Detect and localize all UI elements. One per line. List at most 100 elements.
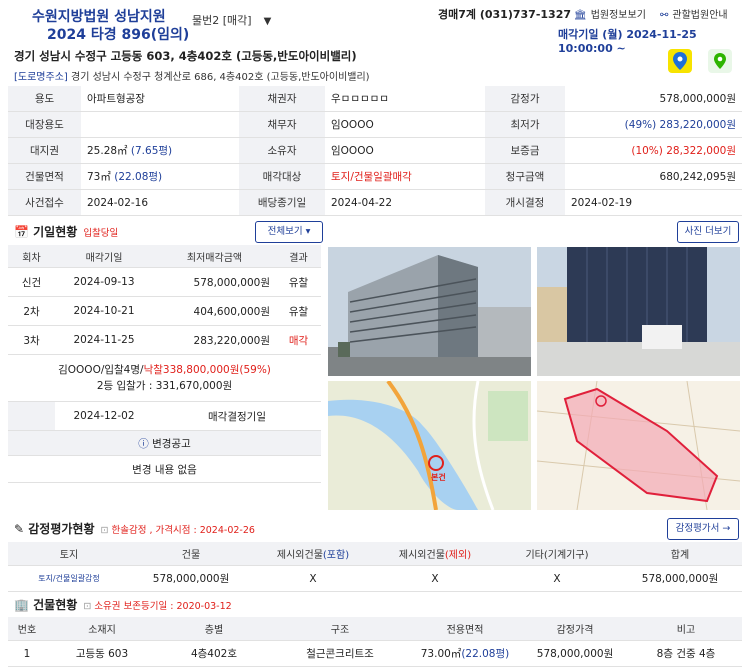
property-address: 경기 성남시 수정구 고등동 603, 4층402호 (고등동,반도아이비밸리)	[14, 49, 357, 63]
info-value: 아파트형공장	[81, 86, 239, 112]
land-area-pyeong: (7.65평)	[130, 145, 173, 157]
building-subtitle: ⊡ 소유권 보존등기일 : 2020-03-12	[83, 601, 231, 612]
info-value: (10%) 28,322,000원	[565, 137, 742, 164]
history-subtitle: 입찰당일	[83, 228, 119, 239]
building-note: 8층 건중 4층	[630, 640, 742, 667]
map-marker-label: 본건	[431, 473, 446, 482]
building-area: 73㎡	[87, 171, 111, 183]
appraisal-header: 토지	[8, 542, 130, 566]
appraisal-row: 토지/건물일괄감정 578,000,000원 X X X 578,000,000…	[8, 565, 742, 592]
dept-contact: 경매7계 (031)737-1327	[438, 8, 572, 21]
history-header-row: 회차 매각기일 최저매각금액 결과	[8, 245, 321, 268]
cadastral-map[interactable]	[537, 381, 740, 510]
info-label: 개시결정	[485, 189, 565, 216]
building-photo-2-image	[537, 247, 740, 376]
info-value: 578,000,000원	[565, 86, 742, 112]
building-no: 1	[8, 640, 46, 667]
decision-date: 2024-12-02	[55, 401, 153, 431]
court-info-link[interactable]: 🏛 법원정보보기	[574, 6, 646, 21]
history-title-text: 기일현황	[33, 225, 78, 239]
info-label: 채무자	[239, 111, 325, 138]
building-area-pyeong: (22.08평)	[461, 648, 510, 660]
sitemap-icon: ⚯	[660, 10, 669, 21]
cadastral-map-image	[537, 381, 740, 510]
appraisal-header-text: 제시외건물	[398, 550, 445, 561]
more-photos-button[interactable]: 사진 더보기	[677, 221, 739, 243]
notice-title-text: 변경공고	[152, 437, 191, 450]
item-select[interactable]: 물번2 [매각] ▼	[192, 12, 271, 28]
building-header: 비고	[630, 617, 742, 641]
caret-down-icon: ▾	[305, 226, 311, 237]
winner-row: 김OOOO/입찰4명/낙찰338,800,000원(59%) 2등 입찰가 : …	[8, 354, 321, 402]
building-photo-2[interactable]	[537, 247, 740, 376]
building-title: 🏢 건물현황 ⊡ 소유권 보존등기일 : 2020-03-12	[14, 596, 232, 613]
decision-row: 2024-12-02 매각결정기일	[8, 401, 321, 431]
road-address-text: 경기 성남시 수정구 청계산로 686, 4층402호 (고등동,반도아이비밸리…	[71, 72, 370, 83]
history-result: 매각	[276, 325, 321, 355]
notice-body-row: 변경 내용 없음	[8, 455, 321, 483]
notice-body: 변경 내용 없음	[8, 455, 321, 483]
winner-bidder: 김OOOO/입찰4명/	[58, 364, 144, 376]
link-icon: ⊡	[83, 601, 92, 612]
info-label: 최저가	[485, 111, 565, 138]
link-icon: ⊡	[100, 525, 109, 536]
map-marker-icon	[714, 53, 726, 69]
naver-map-button[interactable]	[708, 49, 732, 73]
info-label: 청구금액	[485, 163, 565, 190]
appraisal-subtitle-text: 한솔감정 , 가격시점 : 2024-02-26	[111, 525, 255, 536]
history-result: 유찰	[276, 267, 321, 297]
appraisal-header: 제시외건물(포함)	[252, 542, 374, 566]
history-round: 신건	[8, 267, 55, 297]
building-header: 감정가격	[520, 617, 630, 641]
view-all-label: 전체보기	[267, 226, 303, 237]
info-row: 대장용도 채무자 임OOOO 최저가 (49%) 283,220,000원	[8, 111, 742, 138]
history-price: 578,000,000원	[153, 267, 276, 297]
building-table: 번호 소재지 층별 구조 전용면적 감정가격 비고 1 고등동 603 4층40…	[8, 617, 742, 667]
road-address-tag: [도로명주소]	[14, 72, 68, 83]
history-date: 2024-10-21	[55, 296, 153, 326]
appraisal-cell: 578,000,000원	[130, 565, 252, 592]
appraisal-cell: 578,000,000원	[618, 565, 742, 592]
land-area: 25.28㎡	[87, 145, 128, 157]
building-area-value: 73.00㎡	[420, 648, 462, 660]
appraisal-subtitle: ⊡ 한솔감정 , 가격시점 : 2024-02-26	[101, 525, 255, 536]
info-label: 채권자	[239, 86, 325, 112]
building-photo-1[interactable]	[328, 247, 531, 376]
history-date: 2024-09-13	[55, 267, 153, 297]
info-row: 용도 아파트형공장 채권자 우ㅁㅁㅁㅁㅁ 감정가 578,000,000원	[8, 86, 742, 112]
history-price: 404,600,000원	[153, 296, 276, 326]
jurisdiction-link[interactable]: ⚯ 관할법원안내	[660, 6, 728, 21]
building-photo-1-image	[328, 247, 531, 376]
appraisal-doc-button[interactable]: 감정평가서 →	[667, 518, 739, 540]
appraisal-cell: 토지/건물일괄감정	[8, 565, 130, 592]
building-area-pyeong: (22.08평)	[114, 171, 163, 183]
info-value: 임OOOO	[325, 111, 485, 138]
building-location: 고등동 603	[46, 640, 158, 667]
info-label: 대장용도	[8, 111, 81, 138]
court-name: 수원지방법원 성남지원	[32, 9, 166, 25]
appraisal-header: 합계	[618, 542, 742, 566]
location-map[interactable]: 본건	[328, 381, 531, 510]
kakao-map-button[interactable]	[668, 49, 692, 73]
info-label: 소유자	[239, 137, 325, 164]
info-label: 용도	[8, 86, 81, 112]
building-header: 전용면적	[410, 617, 520, 641]
history-header: 결과	[276, 245, 321, 268]
appraisal-cell: X	[374, 565, 496, 592]
location-map-image	[328, 381, 531, 510]
court-building-icon: 🏛	[574, 10, 587, 21]
history-header: 최저매각금액	[153, 245, 276, 268]
case-info-table: 용도 아파트형공장 채권자 우ㅁㅁㅁㅁㅁ 감정가 578,000,000원 대장…	[8, 86, 742, 216]
view-all-button[interactable]: 전체보기 ▾	[255, 221, 323, 243]
building-row: 1 고등동 603 4층402호 철근콘크리트조 73.00㎡(22.08평) …	[8, 640, 742, 667]
appraisal-cell: X	[252, 565, 374, 592]
info-row: 건물면적 73㎡ (22.08평) 매각대상 토지/건물일괄매각 청구금액 68…	[8, 163, 742, 190]
info-value: 680,242,095원	[565, 163, 742, 190]
appraisal-title-text: 감정평가현황	[28, 522, 95, 536]
history-header: 매각기일	[55, 245, 153, 268]
appraisal-header: 건물	[130, 542, 252, 566]
info-label: 사건접수	[8, 189, 81, 216]
arrow-right-icon: →	[722, 523, 731, 534]
appraisal-title: ✎ 감정평가현황 ⊡ 한솔감정 , 가격시점 : 2024-02-26	[14, 520, 255, 537]
decision-label: 매각결정기일	[153, 401, 321, 431]
